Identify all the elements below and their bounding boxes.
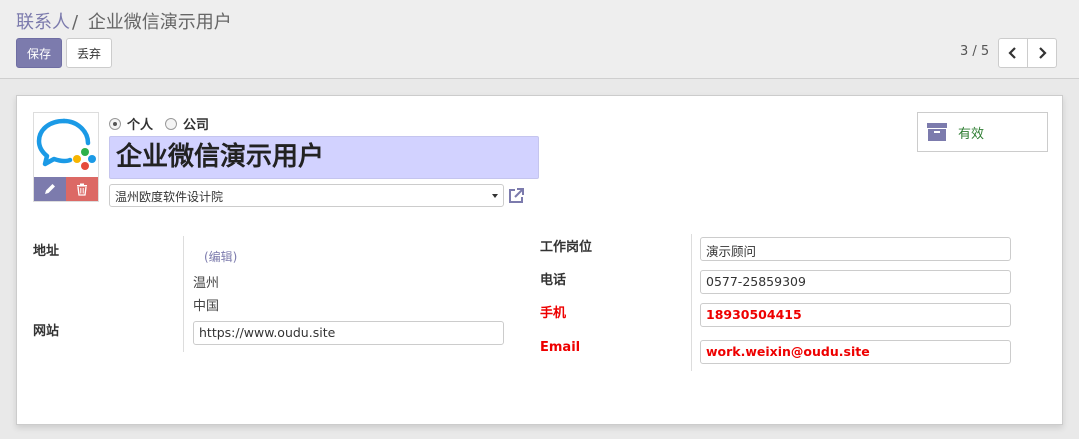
- chevron-right-icon: [1039, 47, 1047, 59]
- trash-icon: [77, 183, 87, 196]
- job-position-label: 工作岗位: [540, 240, 593, 255]
- discard-button[interactable]: 丢弃: [66, 38, 112, 68]
- breadcrumb-separator: /: [72, 12, 79, 33]
- control-panel: 联系人 / 企业微信演示用户 保存 丢弃 3 / 5: [0, 0, 1079, 79]
- mobile-label: 手机: [540, 306, 567, 321]
- pager-previous-button[interactable]: [998, 38, 1028, 68]
- active-status-button[interactable]: 有效: [917, 112, 1048, 152]
- name-input[interactable]: 企业微信演示用户: [109, 136, 539, 179]
- phone-label: 电话: [540, 273, 567, 288]
- save-button[interactable]: 保存: [16, 38, 62, 68]
- avatar-edit-button[interactable]: [34, 177, 66, 201]
- caret-down-icon: [492, 194, 498, 198]
- website-label: 网站: [33, 324, 60, 339]
- breadcrumb: 联系人 / 企业微信演示用户: [16, 8, 232, 34]
- radio-individual[interactable]: [109, 117, 121, 130]
- address-edit-link[interactable]: (编辑): [204, 248, 237, 265]
- company-type-radio-group: 个人 公司: [109, 114, 221, 133]
- breadcrumb-current: 企业微信演示用户: [87, 12, 232, 33]
- breadcrumb-contacts-link[interactable]: 联系人: [16, 12, 70, 33]
- address-label: 地址: [33, 244, 60, 259]
- archive-icon: [927, 123, 947, 141]
- phone-input[interactable]: 0577-25859309: [700, 270, 1011, 294]
- radio-company[interactable]: [165, 117, 178, 130]
- right-group-divider: [691, 234, 692, 371]
- wecom-logo-icon: [36, 118, 96, 170]
- pencil-icon: [45, 184, 55, 194]
- email-input[interactable]: work.weixin@oudu.site: [700, 340, 1011, 364]
- mobile-input[interactable]: 18930504415: [700, 303, 1011, 327]
- pager-value[interactable]: 3 / 5: [960, 44, 989, 59]
- parent-company-select[interactable]: 温州欧度软件设计院: [109, 184, 504, 207]
- status-label: 有效: [958, 126, 985, 142]
- radio-individual-label[interactable]: 个人: [127, 114, 153, 133]
- avatar-clear-button[interactable]: [66, 177, 98, 201]
- website-input[interactable]: https://www.oudu.site: [193, 321, 504, 345]
- email-label: Email: [540, 340, 581, 355]
- job-position-input[interactable]: 演示顾问: [700, 237, 1011, 261]
- left-group-divider: [183, 236, 184, 352]
- address-country: 中国: [193, 299, 220, 314]
- pager-next-button[interactable]: [1027, 38, 1057, 68]
- chevron-left-icon: [1008, 47, 1016, 59]
- avatar: [33, 112, 99, 202]
- address-city: 温州: [193, 276, 220, 291]
- form-sheet: 个人 公司 企业微信演示用户 温州欧度软件设计院 有效 地址 (编辑) 温州 中…: [16, 95, 1063, 425]
- parent-company-value: 温州欧度软件设计院: [115, 190, 224, 204]
- external-link-icon[interactable]: [506, 186, 526, 206]
- radio-company-label[interactable]: 公司: [183, 114, 209, 133]
